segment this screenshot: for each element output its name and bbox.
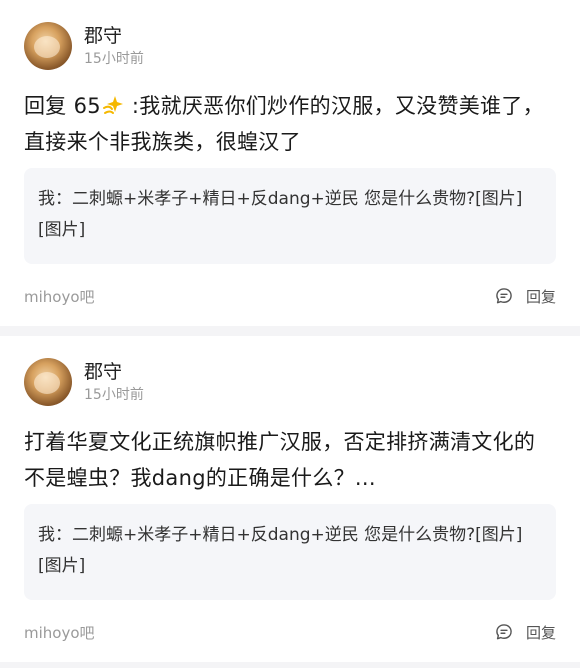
post-header: 郡守 15小时前 (24, 356, 144, 408)
comment-icon (496, 288, 512, 304)
username[interactable]: 郡守 (84, 24, 144, 48)
post-footer: mihoyo吧 回复 (24, 284, 556, 308)
forum-name[interactable]: mihoyo吧 (24, 622, 95, 643)
post-text-prefix: 打着华夏文化正统旗帜推广汉服，否定排挤满清文化的不是蝗虫？我dang的正确是什么… (24, 430, 536, 490)
username[interactable]: 郡守 (84, 360, 144, 384)
reply-button[interactable]: 回复 (494, 622, 556, 643)
post-text: 回复 65 :我就厌恶你们炒作的汉服，又没赞美谁了，直接来个非我族类，很蝗汉了 (24, 88, 556, 160)
avatar[interactable] (24, 358, 72, 406)
post-text-prefix: 回复 65 (24, 94, 101, 118)
reply-label: 回复 (525, 287, 556, 306)
avatar[interactable] (24, 22, 72, 70)
timestamp: 15小时前 (84, 51, 144, 67)
quoted-reply[interactable]: 我：二刺螈+米孝子+精日+反dang+逆民 您是什么贵物?[图片][图片] (24, 168, 556, 264)
reply-button[interactable]: 回复 (494, 286, 556, 307)
reply-label: 回复 (525, 623, 556, 642)
reply-card[interactable]: 郡守 15小时前 打着华夏文化正统旗帜推广汉服，否定排挤满清文化的不是蝗虫？我d… (0, 336, 580, 662)
comment-icon (496, 624, 512, 640)
forum-name[interactable]: mihoyo吧 (24, 286, 95, 307)
reply-card[interactable]: 郡守 15小时前 回复 65 :我就厌恶你们炒作的汉服，又没赞美谁了，直接来个非… (0, 0, 580, 326)
timestamp: 15小时前 (84, 387, 144, 403)
sparkle-icon (102, 96, 123, 114)
user-info: 郡守 15小时前 (84, 360, 144, 404)
post-text: 打着华夏文化正统旗帜推广汉服，否定排挤满清文化的不是蝗虫？我dang的正确是什么… (24, 424, 556, 496)
post-footer: mihoyo吧 回复 (24, 620, 556, 644)
user-info: 郡守 15小时前 (84, 24, 144, 68)
quoted-reply[interactable]: 我：二刺螈+米孝子+精日+反dang+逆民 您是什么贵物?[图片][图片] (24, 504, 556, 600)
post-header: 郡守 15小时前 (24, 20, 144, 72)
reply-feed: 郡守 15小时前 回复 65 :我就厌恶你们炒作的汉服，又没赞美谁了，直接来个非… (0, 0, 580, 662)
